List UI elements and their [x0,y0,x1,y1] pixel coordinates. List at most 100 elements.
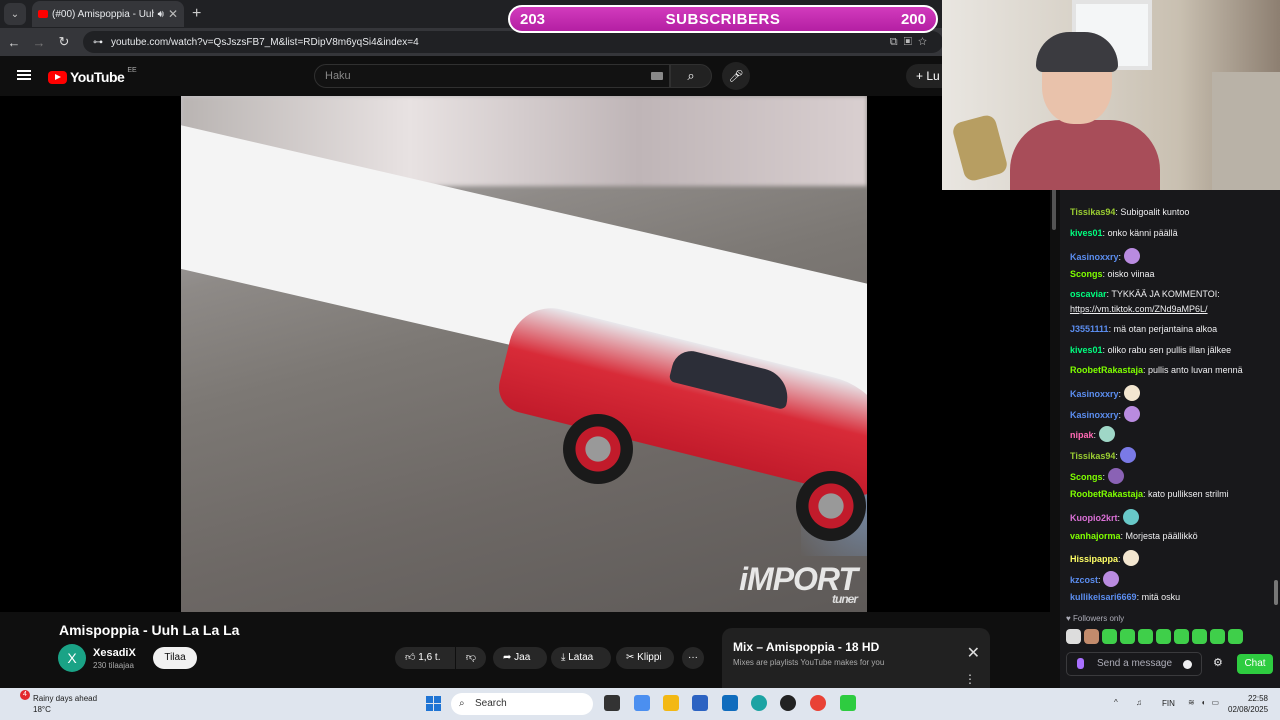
chat-message: Hissipappa: [1070,550,1275,566]
store-icon[interactable] [692,695,708,711]
keyboard-icon[interactable] [651,72,663,80]
browser-tab-active[interactable]: (#00) Amispoppia - Uuh La 🔊︎ ✕ [32,1,184,27]
emote-icon[interactable] [1102,629,1117,644]
emote-icon[interactable] [1192,629,1207,644]
channel-name[interactable]: XesadiX [93,647,136,659]
address-bar[interactable]: ⊶ youtube.com/watch?v=QsJszsFB7_M&list=R… [83,31,943,53]
chat-username[interactable]: RoobetRakastaja [1070,365,1143,375]
system-tray-icons[interactable]: ^ ♫ [1114,698,1150,707]
more-actions-button[interactable]: ··· [682,647,704,669]
tab-close-icon[interactable]: ✕ [168,7,178,21]
chat-username[interactable]: J3551111 [1070,324,1109,334]
chat-username[interactable]: Tissikas94 [1070,207,1115,217]
task-view-icon[interactable] [604,695,620,711]
emote-icon[interactable] [1138,629,1153,644]
taskbar-search[interactable]: ⌕ Search [451,693,593,715]
language-indicator[interactable]: FIN [1162,699,1175,708]
emote-icon[interactable] [1174,629,1189,644]
subs-label: SUBSCRIBERS [665,10,781,28]
windows-start-icon[interactable] [426,696,441,711]
close-icon[interactable]: ✕ [967,643,980,663]
reload-icon[interactable]: ↻ [53,34,75,50]
chat-input[interactable]: Send a message [1066,652,1202,676]
chat-link[interactable]: https://vm.tiktok.com/ZNd9aMP6L/ [1070,304,1208,314]
search-placeholder: Haku [325,70,351,82]
youtube-logo[interactable]: YouTube EE [48,67,137,85]
chat-send-button[interactable]: Chat [1237,654,1273,674]
chat-username[interactable]: Tissikas94 [1070,451,1115,461]
clip-button[interactable]: ✂ Klippi [616,647,674,669]
chat-scrollbar[interactable] [1274,190,1279,688]
chat-scrollbar-thumb[interactable] [1274,580,1278,605]
chat-username[interactable]: RoobetRakastaja [1070,489,1143,499]
emote-icon[interactable] [1228,629,1243,644]
video-player[interactable]: iMPORT tuner [0,96,1050,612]
youtube-header: YouTube EE Haku ⌕ 🎤︎ + Lu [0,56,956,96]
voice-search-button[interactable]: 🎤︎ [722,62,750,90]
weather-title: Rainy days ahead [33,694,98,703]
emote-icon [1103,571,1120,587]
video-watermark: iMPORT tuner [739,561,858,606]
menu-icon[interactable] [17,70,31,80]
chat-message: oscaviar: TYKKÄÄ JA KOMMENTOI: [1070,288,1275,301]
chat-username[interactable]: Scongs [1070,472,1103,482]
file-explorer-icon[interactable] [663,695,679,711]
chrome-icon[interactable] [810,695,826,711]
streaming-app-icon[interactable] [840,695,856,711]
copilot-icon[interactable] [634,695,650,711]
more-vertical-icon[interactable]: ⋮ [964,672,976,686]
media-player-icon[interactable] [780,695,796,711]
chat-message: kives01: onko känni päällä [1070,227,1275,240]
search-input[interactable]: Haku [314,64,670,88]
weather-widget[interactable]: Rainy days ahead 18°C [33,693,97,715]
search-button[interactable]: ⌕ [670,64,712,88]
forward-arrow-icon[interactable]: → [28,35,50,50]
chat-username[interactable]: kzcost [1070,575,1098,585]
chat-username[interactable]: Kasinoxxry [1070,389,1119,399]
tab-search-button[interactable]: ⌄ [4,3,26,25]
share-button[interactable]: ➦ Jaa [493,647,547,669]
chat-text: pullis anto luvan mennä [1148,365,1243,375]
chat-username[interactable]: Kasinoxxry [1070,252,1119,262]
gear-icon[interactable]: ⚙ [1213,656,1223,669]
chat-message: Tissikas94: [1070,447,1275,463]
chat-username[interactable]: oscaviar [1070,289,1107,299]
dislike-button[interactable]: 👎︎ [456,647,486,669]
subscribe-button[interactable]: Tilaa [153,647,197,669]
chat-username[interactable]: Scongs [1070,269,1103,279]
new-tab-button[interactable]: + [192,5,201,23]
channel-avatar[interactable]: X [58,644,86,672]
network-volume-icons[interactable]: ≋◖▭ [1188,698,1225,707]
edge-icon[interactable] [751,695,767,711]
download-button[interactable]: ⤓ Lataa [551,647,611,669]
emoji-picker-icon[interactable] [1183,660,1192,669]
emote-icon[interactable] [1120,629,1135,644]
chat-username[interactable]: Hissipappa [1070,554,1118,564]
site-info-icon[interactable]: ⊶ [93,37,103,48]
mix-title[interactable]: Mix – Amispoppia - 18 HD [733,640,879,654]
chat-username[interactable]: nipak [1070,430,1094,440]
chat-message: kzcost: [1070,571,1275,587]
emote-icon[interactable] [1156,629,1171,644]
speaker-icon[interactable]: 🔊︎ [158,9,164,20]
youtube-favicon-icon [38,10,48,18]
chat-username[interactable]: kives01 [1070,345,1103,355]
microphone-icon[interactable] [1077,658,1084,669]
chat-username[interactable]: kives01 [1070,228,1103,238]
emote-icon[interactable] [1084,629,1099,644]
address-bar-actions-icon[interactable]: ⧉▣☆ [890,36,933,49]
back-arrow-icon[interactable]: ← [3,35,25,50]
emote-icon[interactable] [1066,629,1081,644]
video-frame[interactable]: iMPORT tuner [181,96,867,612]
emote-icon [1107,468,1124,484]
youtube-wordmark: YouTube [70,69,125,85]
chat-username[interactable]: Kasinoxxry [1070,410,1119,420]
emote-icon[interactable] [1210,629,1225,644]
chat-username[interactable]: kullikeisari6669 [1070,592,1137,602]
chat-username[interactable]: vanhajorma [1070,531,1121,541]
outlook-icon[interactable] [722,695,738,711]
chat-username[interactable]: Kuopio2krt [1070,513,1118,523]
like-button[interactable]: 👍︎ 1,6 t. [395,647,455,669]
emote-icon [1123,550,1140,566]
clock[interactable]: 22:58 02/08/2025 [1228,693,1268,715]
